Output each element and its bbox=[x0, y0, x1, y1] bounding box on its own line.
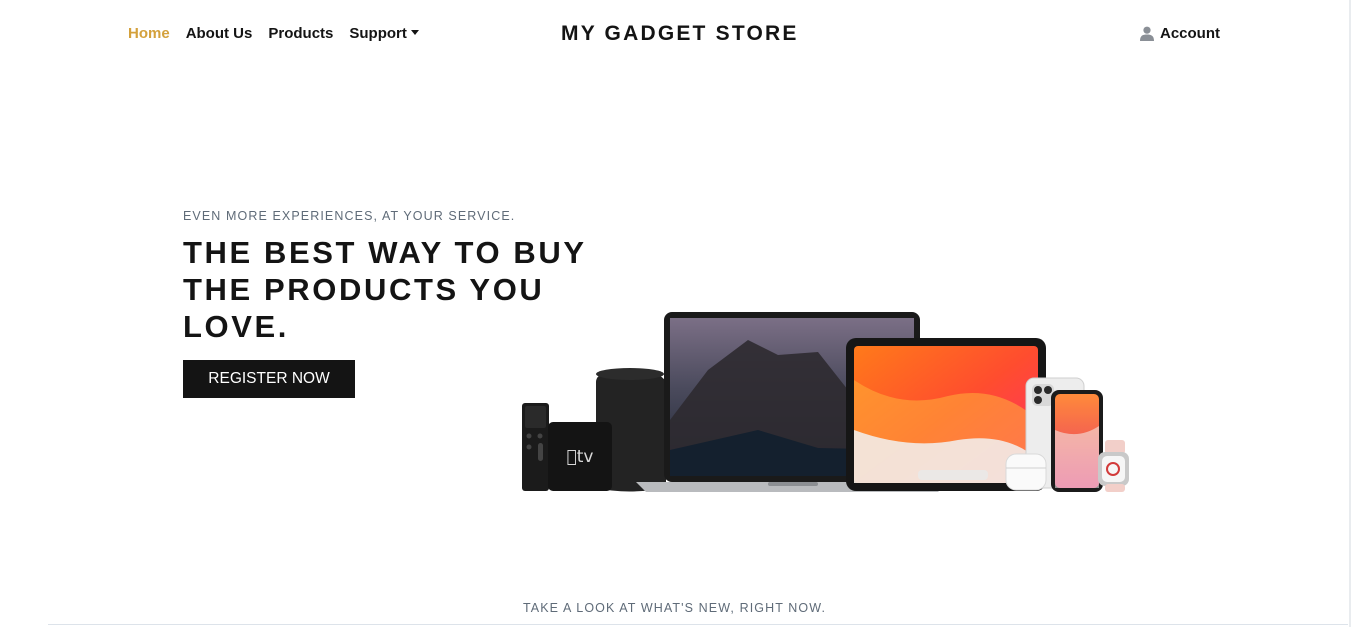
caret-down-icon bbox=[410, 30, 419, 35]
whats-new-tagline: TAKE A LOOK AT WHAT'S NEW, RIGHT NOW. bbox=[522, 601, 827, 615]
top-navbar: Home About Us Products Support MY GADGET… bbox=[0, 0, 1349, 68]
section-divider bbox=[48, 624, 1348, 625]
nav-links: Home About Us Products Support bbox=[128, 25, 435, 42]
devices-hero-image: tv bbox=[522, 312, 1129, 492]
apple-tv-logo: tv bbox=[567, 447, 594, 467]
nav-link-support[interactable]: Support bbox=[349, 25, 419, 42]
nav-link-support-label: Support bbox=[349, 25, 407, 42]
nav-link-products[interactable]: Products bbox=[268, 25, 333, 42]
user-icon bbox=[1140, 26, 1154, 41]
hero-eyebrow: EVEN MORE EXPERIENCES, AT YOUR SERVICE. bbox=[183, 209, 516, 223]
register-now-button[interactable]: REGISTER NOW bbox=[183, 360, 355, 398]
account-link[interactable]: Account bbox=[1139, 25, 1220, 42]
nav-link-home[interactable]: Home bbox=[128, 25, 170, 42]
brand-logo[interactable]: MY GADGET STORE bbox=[561, 22, 799, 46]
nav-link-about-us[interactable]: About Us bbox=[186, 25, 253, 42]
account-label: Account bbox=[1160, 25, 1220, 42]
